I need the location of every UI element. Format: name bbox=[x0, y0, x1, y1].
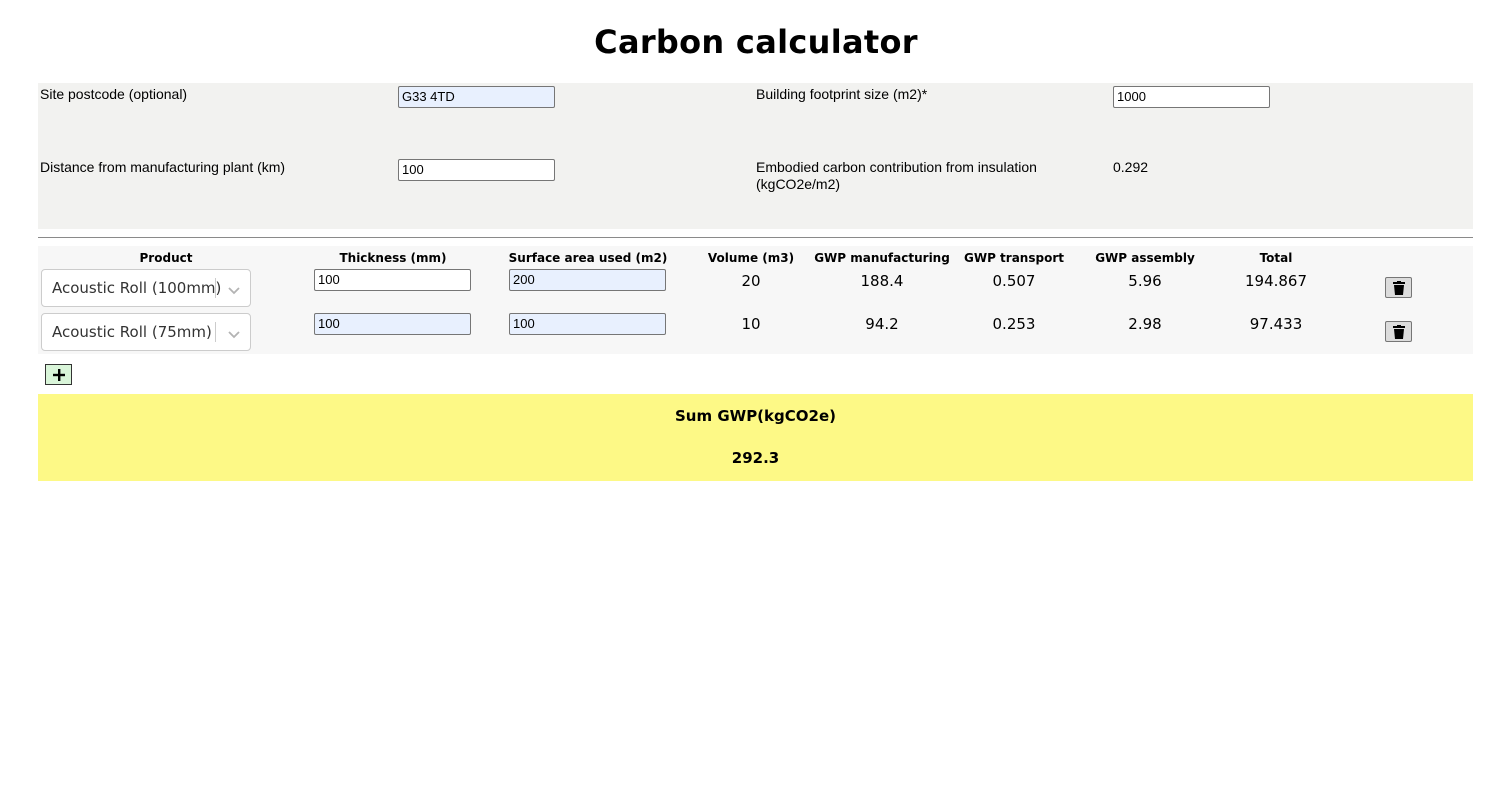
embodied-carbon-label-line2: (kgCO2e/m2) bbox=[756, 176, 841, 192]
header-gwp-manufacturing: GWP manufacturing bbox=[814, 251, 950, 265]
gwp-manufacturing-value: 94.2 bbox=[865, 315, 899, 333]
site-settings-panel: Site postcode (optional) G33 4TD Buildin… bbox=[38, 83, 1473, 229]
delete-row-button[interactable] bbox=[1385, 277, 1412, 298]
select-separator bbox=[215, 278, 216, 298]
thickness-input[interactable]: 100 bbox=[314, 269, 471, 291]
footprint-input[interactable]: 1000 bbox=[1113, 86, 1270, 108]
gwp-transport-value: 0.507 bbox=[992, 272, 1036, 290]
volume-value: 20 bbox=[741, 272, 761, 290]
product-select-value: Acoustic Roll (75mm) bbox=[52, 323, 212, 341]
header-thickness: Thickness (mm) bbox=[339, 251, 447, 265]
header-total: Total bbox=[1259, 251, 1293, 265]
header-surface-area: Surface area used (m2) bbox=[508, 251, 668, 265]
total-value: 194.867 bbox=[1244, 272, 1308, 290]
gwp-assembly-value: 5.96 bbox=[1128, 272, 1162, 290]
total-value: 97.433 bbox=[1249, 315, 1303, 333]
sum-gwp-panel: Sum GWP(kgCO2e) 292.3 bbox=[38, 394, 1473, 481]
surface-area-input[interactable]: 100 bbox=[509, 313, 666, 335]
embodied-carbon-value: 0.292 bbox=[1113, 159, 1149, 175]
thickness-input[interactable]: 100 bbox=[314, 313, 471, 335]
embodied-carbon-label-line1: Embodied carbon contribution from insula… bbox=[756, 159, 1037, 175]
select-separator bbox=[215, 322, 216, 342]
trash-icon bbox=[1393, 281, 1405, 295]
distance-input[interactable]: 100 bbox=[398, 159, 555, 181]
products-table: Product Thickness (mm) Surface area used… bbox=[38, 246, 1473, 354]
gwp-transport-value: 0.253 bbox=[992, 315, 1036, 333]
header-gwp-assembly: GWP assembly bbox=[1095, 251, 1195, 265]
postcode-label: Site postcode (optional) bbox=[40, 86, 188, 102]
page-title: Carbon calculator bbox=[594, 23, 918, 61]
add-row-button[interactable] bbox=[45, 364, 72, 385]
volume-value: 10 bbox=[741, 315, 761, 333]
plus-icon bbox=[53, 369, 65, 381]
section-divider bbox=[38, 237, 1473, 238]
surface-area-input[interactable]: 200 bbox=[509, 269, 666, 291]
trash-icon bbox=[1393, 325, 1405, 339]
product-select[interactable]: Acoustic Roll (100mm) bbox=[41, 269, 251, 307]
product-select[interactable]: Acoustic Roll (75mm) bbox=[41, 313, 251, 351]
sum-gwp-title: Sum GWP(kgCO2e) bbox=[675, 407, 836, 425]
header-volume: Volume (m3) bbox=[707, 251, 795, 265]
chevron-down-icon[interactable] bbox=[226, 282, 242, 295]
footprint-label: Building footprint size (m2)* bbox=[756, 86, 928, 102]
embodied-carbon-label: Embodied carbon contribution from insula… bbox=[756, 159, 1037, 193]
header-gwp-transport: GWP transport bbox=[964, 251, 1064, 265]
gwp-assembly-value: 2.98 bbox=[1128, 315, 1162, 333]
product-select-value: Acoustic Roll (100mm) bbox=[52, 279, 222, 297]
distance-label: Distance from manufacturing plant (km) bbox=[40, 159, 286, 175]
gwp-manufacturing-value: 188.4 bbox=[860, 272, 904, 290]
chevron-down-icon[interactable] bbox=[226, 326, 242, 339]
postcode-input[interactable]: G33 4TD bbox=[398, 86, 555, 108]
delete-row-button[interactable] bbox=[1385, 321, 1412, 342]
sum-gwp-value: 292.3 bbox=[731, 449, 780, 467]
header-product: Product bbox=[139, 251, 193, 265]
